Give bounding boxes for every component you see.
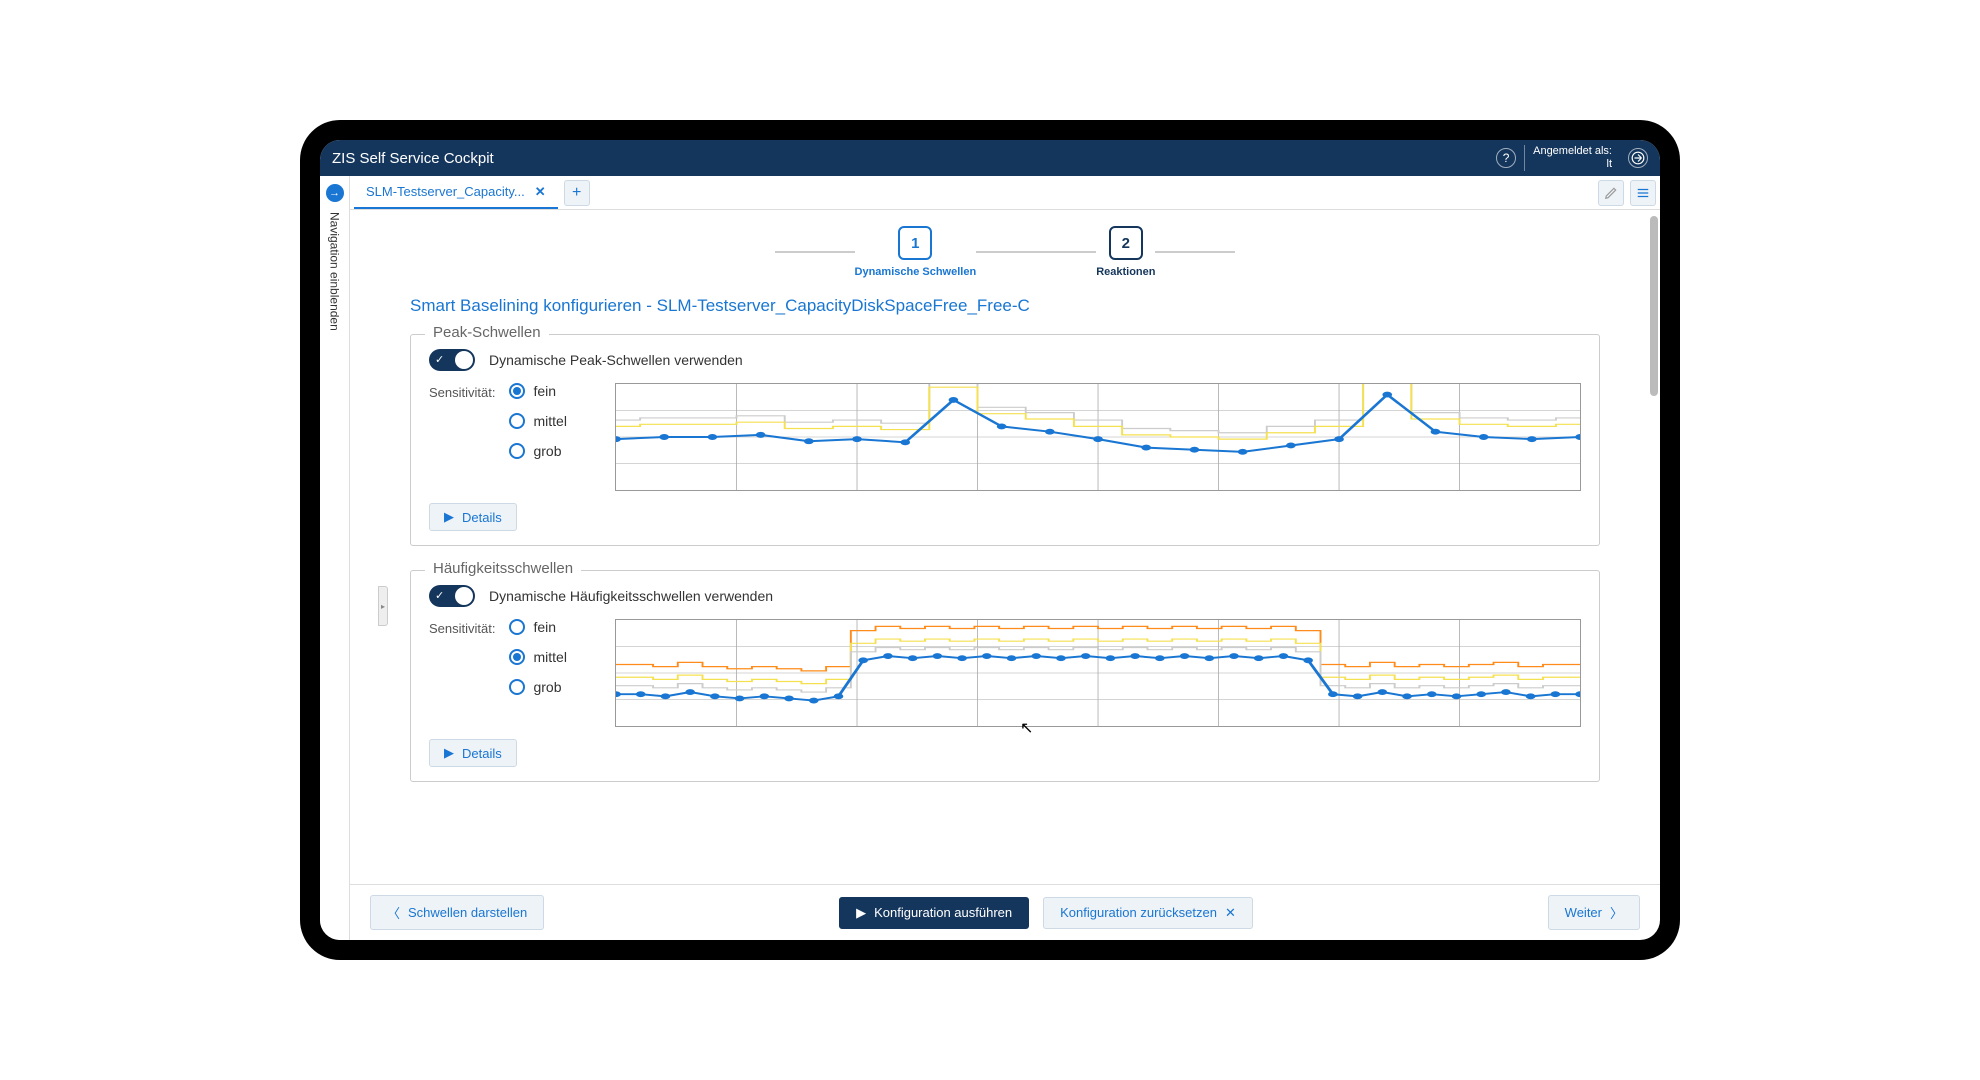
close-icon: ✕ [1225, 905, 1236, 921]
footer: 〈 Schwellen darstellen ▶ Konfiguration a… [350, 884, 1660, 940]
reset-config-button[interactable]: Konfiguration zurücksetzen ✕ [1043, 897, 1253, 929]
tab-bar: SLM-Testserver_Capacity... ✕ + [350, 176, 1660, 210]
tab-active[interactable]: SLM-Testserver_Capacity... ✕ [354, 176, 558, 209]
tab-close-icon[interactable]: ✕ [535, 184, 546, 200]
back-button[interactable]: 〈 Schwellen darstellen [370, 895, 544, 930]
nav-expand-label[interactable]: Navigation einblenden [328, 212, 342, 331]
tab-label: SLM-Testserver_Capacity... [366, 184, 525, 199]
run-config-button[interactable]: ▶ Konfiguration ausführen [839, 897, 1029, 929]
peak-legend: Peak-Schwellen [425, 324, 549, 341]
peak-radio-fein[interactable]: fein [509, 383, 566, 399]
step-1-label: Dynamische Schwellen [855, 266, 977, 278]
peak-chart [615, 383, 1581, 491]
freq-toggle[interactable]: ✓ [429, 585, 475, 607]
freq-radio-mittel[interactable]: mittel [509, 649, 566, 665]
step-2[interactable]: 2 [1109, 226, 1143, 260]
content-area: 1 Dynamische Schwellen 2 Reaktionen Smar… [350, 210, 1660, 884]
peak-toggle[interactable]: ✓ [429, 349, 475, 371]
menu-icon[interactable] [1630, 180, 1656, 206]
help-icon[interactable]: ? [1496, 148, 1516, 168]
chevron-left-icon: 〈 [387, 903, 400, 922]
app-title: ZIS Self Service Cockpit [332, 150, 1496, 167]
app-header: ZIS Self Service Cockpit ? Angemeldet al… [320, 140, 1660, 176]
logout-icon[interactable] [1628, 148, 1648, 168]
step-2-label: Reaktionen [1096, 266, 1155, 278]
peak-toggle-label: Dynamische Peak-Schwellen verwenden [489, 352, 743, 368]
logged-in-label: Angemeldet als: [1533, 145, 1612, 158]
freq-radio-fein[interactable]: fein [509, 619, 566, 635]
freq-fieldset: Häufigkeitsschwellen ✓ Dynamische Häufig… [410, 570, 1600, 782]
freq-toggle-label: Dynamische Häufigkeitsschwellen verwende… [489, 588, 773, 604]
play-icon: ▶ [856, 905, 866, 921]
scrollbar[interactable] [1650, 216, 1658, 396]
peak-sensitivity-label: Sensitivität: [429, 383, 495, 400]
next-button[interactable]: Weiter 〉 [1548, 895, 1640, 930]
stepper: 1 Dynamische Schwellen 2 Reaktionen [410, 226, 1600, 278]
peak-fieldset: Peak-Schwellen ✓ Dynamische Peak-Schwell… [410, 334, 1600, 546]
freq-chart [615, 619, 1581, 727]
user-name: lt [1533, 158, 1612, 171]
peak-radio-mittel[interactable]: mittel [509, 413, 566, 429]
freq-sensitivity-label: Sensitivität: [429, 619, 495, 636]
freq-details-button[interactable]: ▶ Details [429, 739, 517, 767]
nav-drag-handle[interactable]: ▸ [378, 586, 388, 626]
play-icon: ▶ [444, 509, 454, 525]
play-icon: ▶ [444, 745, 454, 761]
edit-icon[interactable] [1598, 180, 1624, 206]
nav-expand-icon[interactable]: → [326, 184, 344, 202]
user-info: Angemeldet als: lt [1524, 145, 1620, 171]
freq-radio-grob[interactable]: grob [509, 679, 566, 695]
chevron-right-icon: 〉 [1610, 903, 1623, 922]
step-1[interactable]: 1 [898, 226, 932, 260]
tab-add-button[interactable]: + [564, 180, 590, 206]
nav-rail: → Navigation einblenden [320, 176, 350, 940]
freq-legend: Häufigkeitsschwellen [425, 560, 581, 577]
page-title: Smart Baselining konfigurieren - SLM-Tes… [410, 296, 1600, 316]
peak-details-button[interactable]: ▶ Details [429, 503, 517, 531]
peak-radio-grob[interactable]: grob [509, 443, 566, 459]
